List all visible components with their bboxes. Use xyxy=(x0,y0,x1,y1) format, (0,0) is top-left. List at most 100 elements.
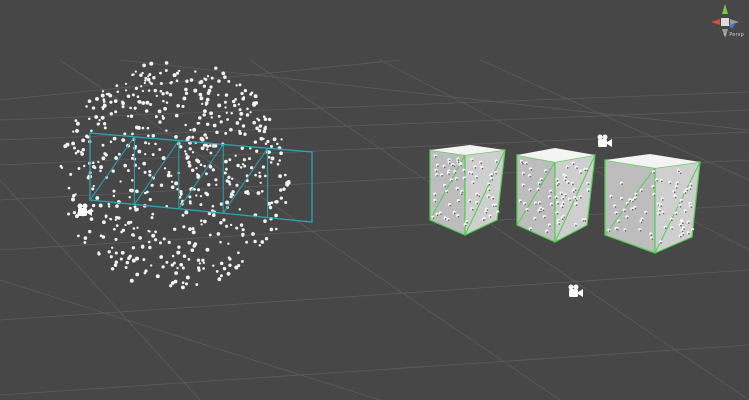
particle-sphere[interactable] xyxy=(59,61,291,290)
particle-shadow xyxy=(534,218,537,221)
particle xyxy=(200,223,203,226)
particle xyxy=(91,161,95,165)
particle xyxy=(189,128,192,132)
particle xyxy=(231,177,234,180)
particle xyxy=(205,122,210,127)
particle xyxy=(152,75,156,80)
particle xyxy=(177,245,181,249)
particle-shadow xyxy=(464,224,467,227)
particle xyxy=(216,232,221,236)
particle xyxy=(278,159,281,162)
particle xyxy=(215,183,218,186)
panel-diagonal xyxy=(133,140,180,205)
particle-shadow xyxy=(575,204,578,207)
particle xyxy=(217,277,222,282)
particle xyxy=(203,109,207,113)
particle xyxy=(180,285,185,290)
particle-shadow xyxy=(640,190,643,193)
particle xyxy=(245,240,249,244)
particle xyxy=(238,129,241,133)
particle xyxy=(267,117,272,122)
particle-shadow xyxy=(673,191,676,194)
particle xyxy=(161,92,165,96)
particle xyxy=(185,275,190,280)
particle-shadow xyxy=(564,179,567,182)
particle-shadow xyxy=(474,167,477,169)
particle xyxy=(172,73,177,78)
particle xyxy=(85,105,88,108)
projection-label[interactable]: < Persp xyxy=(723,32,744,38)
particle xyxy=(134,70,137,73)
particle xyxy=(107,202,111,206)
particle xyxy=(207,183,211,187)
particle-shadow xyxy=(561,206,564,209)
cube-2 xyxy=(516,148,596,243)
particle-shadow xyxy=(572,191,575,193)
particle xyxy=(286,179,291,184)
grid-line xyxy=(0,269,749,321)
particle xyxy=(205,97,210,102)
particle xyxy=(238,108,242,112)
particle xyxy=(259,181,262,184)
particle xyxy=(222,266,227,271)
particle xyxy=(145,100,150,105)
particle-shadow xyxy=(447,219,450,222)
particle xyxy=(242,158,246,162)
particle xyxy=(258,124,263,128)
particle xyxy=(279,188,283,192)
particle xyxy=(235,226,239,230)
particle xyxy=(217,93,220,97)
particle xyxy=(246,107,249,111)
particle xyxy=(241,232,245,237)
particle-shadow xyxy=(587,190,590,193)
particle xyxy=(159,71,162,75)
particle xyxy=(115,215,118,219)
particle xyxy=(144,76,148,80)
particle xyxy=(161,116,165,120)
particle xyxy=(275,227,278,231)
particle xyxy=(234,265,239,270)
particle xyxy=(137,167,141,170)
particle xyxy=(217,79,221,83)
scene-view[interactable] xyxy=(0,0,749,400)
particle xyxy=(165,101,169,104)
particle xyxy=(262,129,267,134)
particle xyxy=(85,134,89,139)
particle-shadow xyxy=(492,197,495,200)
particle-shadow xyxy=(656,179,659,182)
particle xyxy=(107,205,111,208)
particle xyxy=(129,106,132,110)
particle-shadow xyxy=(579,196,582,199)
particle-shadow xyxy=(453,212,456,215)
particle xyxy=(229,195,233,199)
particle-shadow xyxy=(448,162,451,165)
particle xyxy=(93,166,97,170)
particle xyxy=(224,131,228,135)
particle xyxy=(204,103,208,106)
particle xyxy=(102,122,107,126)
particle-shadow xyxy=(476,202,479,205)
particle xyxy=(223,100,227,104)
particle-shadow xyxy=(567,182,570,185)
particle xyxy=(148,73,152,76)
particle-shadow xyxy=(457,215,460,218)
cube-face-front xyxy=(604,159,656,254)
particle xyxy=(202,84,207,88)
particle xyxy=(192,244,196,248)
particle xyxy=(83,236,88,240)
particle xyxy=(95,196,100,200)
particle xyxy=(195,166,198,170)
particle xyxy=(144,141,148,145)
particle xyxy=(187,240,192,245)
particle xyxy=(196,159,201,164)
particle xyxy=(275,200,279,204)
particle-shadow xyxy=(538,210,541,213)
particle-shadow xyxy=(540,208,542,211)
particle-shadow xyxy=(488,196,490,198)
particle-shadow xyxy=(436,174,439,177)
particle xyxy=(221,71,226,76)
particle-shadow xyxy=(584,169,587,172)
particle xyxy=(234,98,237,101)
particle-shadow xyxy=(626,216,629,219)
particle-shadow xyxy=(454,171,457,174)
